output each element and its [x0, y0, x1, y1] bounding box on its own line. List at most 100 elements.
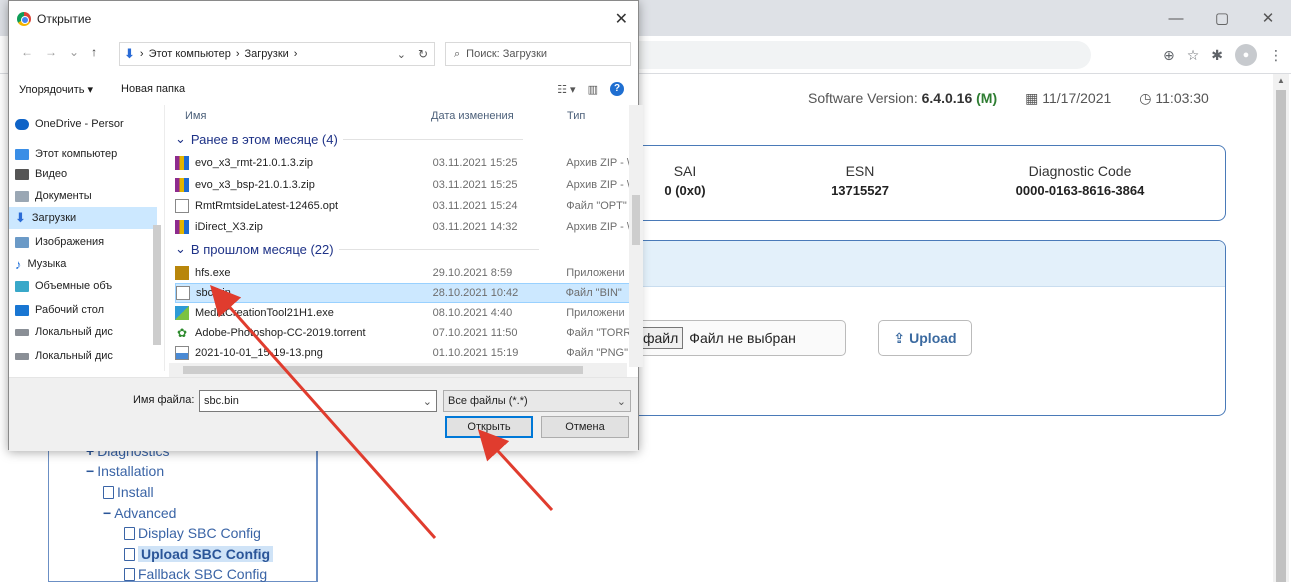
esn-field: ESN 13715527 — [831, 163, 889, 198]
file-row[interactable]: RmtRmtsideLatest-12465.opt 03.11.2021 15… — [175, 196, 635, 216]
back-icon[interactable]: ← — [21, 45, 33, 59]
video-icon — [15, 168, 29, 180]
page-scroll-thumb[interactable] — [1276, 90, 1286, 582]
file-row[interactable]: MediaCreationTool21H1.exe 08.10.2021 4:4… — [175, 303, 635, 323]
chevron-down-icon: ⌄ — [175, 241, 186, 256]
dialog-close-icon[interactable]: ✕ — [615, 9, 628, 29]
group-header-this-month[interactable]: ⌄ Ранее в этом месяце (4) — [175, 131, 523, 147]
dialog-search-input[interactable]: ⌕ Поиск: Загрузки — [445, 42, 631, 66]
address-bar[interactable] — [600, 41, 1091, 69]
date-display: ▦ 11/17/2021 — [1025, 90, 1112, 106]
window-controls: — ▢ ✕ — [1153, 0, 1291, 36]
software-status: (M) — [976, 90, 998, 106]
profile-avatar[interactable]: ● — [1235, 44, 1257, 66]
view-options-icon[interactable]: ☷ ▾ — [557, 83, 575, 96]
tree-install[interactable]: Install — [103, 484, 154, 500]
choose-file-button[interactable]: файл — [638, 327, 684, 349]
refresh-icon[interactable]: ↻ — [418, 47, 428, 61]
file-row-selected[interactable]: sbc.bin 28.10.2021 10:42 Файл "BIN" — [175, 283, 635, 303]
group-header-last-month[interactable]: ⌄ В прошлом месяце (22) — [175, 241, 539, 257]
nav-item-this-pc[interactable]: Этот компьютер — [15, 143, 161, 165]
image-icon — [175, 346, 189, 360]
dialog-nav-pane: OneDrive - Persor Этот компьютер Видео Д… — [9, 105, 165, 371]
file-row[interactable]: evo_x3_rmt-21.0.1.3.zip 03.11.2021 15:25… — [175, 153, 635, 173]
column-date[interactable]: Дата изменения — [431, 105, 514, 127]
file-chooser[interactable]: файл Файл не выбран — [636, 320, 846, 356]
pictures-icon — [15, 236, 29, 248]
breadcrumb-downloads[interactable]: Загрузки — [245, 48, 289, 60]
file-row[interactable]: 2021-10-01_15-19-13.png 01.10.2021 15:19… — [175, 343, 635, 363]
maximize-icon[interactable]: ▢ — [1199, 9, 1245, 27]
tree-fallback-sbc-config[interactable]: Fallback SBC Config — [124, 566, 267, 582]
path-breadcrumb[interactable]: ⬇ › Этот компьютер › Загрузки › ⌄ ↻ — [119, 42, 435, 66]
page-scrollbar[interactable]: ▲ — [1273, 74, 1289, 582]
file-list-hscrollbar[interactable] — [169, 363, 627, 377]
file-list-vscroll-thumb[interactable] — [632, 195, 640, 245]
open-file-dialog: Открытие ✕ ← → ⌄ ↑ ⬇ › Этот компьютер › … — [8, 0, 643, 451]
nav-item-video[interactable]: Видео — [15, 163, 161, 185]
collapse-icon: − — [86, 463, 95, 479]
nav-item-desktop[interactable]: Рабочий стол — [15, 299, 161, 321]
file-list-hscroll-thumb[interactable] — [183, 366, 583, 374]
nav-item-music[interactable]: ♪ Музыка — [15, 253, 161, 275]
menu-icon[interactable]: ⋮ — [1269, 47, 1283, 64]
file-row[interactable]: hfs.exe 29.10.2021 8:59 Приложени — [175, 263, 635, 283]
column-type[interactable]: Тип — [567, 105, 585, 127]
chevron-down-icon[interactable]: ⌄ — [423, 395, 432, 408]
file-list-vscrollbar[interactable] — [629, 105, 643, 367]
tree-installation[interactable]: − Installation — [86, 463, 164, 479]
nav-item-local-disk-2[interactable]: Локальный дис — [15, 345, 161, 367]
tree-upload-sbc-config[interactable]: Upload SBC Config — [124, 546, 274, 562]
nav-item-downloads[interactable]: ⬇ Загрузки — [9, 207, 157, 229]
star-icon[interactable]: ☆ — [1187, 47, 1200, 64]
up-folder-icon[interactable]: ↑ — [91, 45, 97, 59]
dialog-title: Открытие — [37, 12, 92, 26]
file-icon — [175, 199, 189, 213]
dialog-navbar: ← → ⌄ ↑ ⬇ › Этот компьютер › Загрузки › … — [9, 37, 638, 71]
tree-display-sbc-config[interactable]: Display SBC Config — [124, 525, 261, 541]
recent-dropdown-icon[interactable]: ⌄ — [69, 45, 79, 59]
organize-button[interactable]: Упорядочить ▾ — [19, 83, 93, 96]
tree-advanced[interactable]: − Advanced — [103, 505, 176, 521]
path-dropdown-icon[interactable]: ⌄ — [397, 48, 406, 61]
cloud-icon — [15, 118, 29, 130]
drive-icon — [15, 328, 29, 336]
minimize-icon[interactable]: — — [1153, 10, 1199, 27]
no-file-label: Файл не выбран — [689, 330, 796, 346]
filename-input[interactable]: sbc.bin ⌄ — [199, 390, 437, 412]
scroll-up-icon[interactable]: ▲ — [1273, 74, 1289, 88]
dialog-toolbar: Упорядочить ▾ Новая папка ☷ ▾ ▥ ? — [9, 77, 638, 101]
nav-item-local-disk-1[interactable]: Локальный дис — [15, 321, 161, 343]
nav-scroll-thumb[interactable] — [153, 225, 161, 345]
nav-item-pictures[interactable]: Изображения — [15, 231, 161, 253]
nav-item-documents[interactable]: Документы — [15, 185, 161, 207]
close-icon[interactable]: ✕ — [1245, 9, 1291, 27]
open-button[interactable]: Открыть — [445, 416, 533, 438]
sai-field: SAI 0 (0x0) — [664, 163, 706, 198]
chevron-down-icon[interactable]: ⌄ — [617, 395, 626, 408]
file-row[interactable]: ✿ Adobe-Photoshop-CC-2019.torrent 07.10.… — [175, 323, 635, 343]
column-name[interactable]: Имя — [185, 105, 206, 127]
nav-item-onedrive[interactable]: OneDrive - Persor — [15, 113, 161, 135]
forward-icon[interactable]: → — [45, 45, 57, 59]
clock-icon: ◷ — [1139, 90, 1152, 106]
dialog-titlebar[interactable]: Открытие ✕ — [9, 1, 638, 37]
nav-item-3d-objects[interactable]: Объемные объ — [15, 275, 161, 297]
extensions-icon[interactable]: ✱ — [1211, 47, 1223, 64]
preview-pane-icon[interactable]: ▥ — [588, 83, 598, 96]
file-type-select[interactable]: Все файлы (*.*) ⌄ — [443, 390, 631, 412]
new-folder-button[interactable]: Новая папка — [121, 83, 185, 95]
breadcrumb-computer[interactable]: Этот компьютер — [149, 48, 231, 60]
file-row[interactable]: iDirect_X3.zip 03.11.2021 14:32 Архив ZI… — [175, 217, 635, 237]
nav-pane-scrollbar[interactable] — [151, 105, 163, 367]
cancel-button[interactable]: Отмена — [541, 416, 629, 438]
zip-icon — [175, 178, 189, 192]
zoom-icon[interactable]: ⊕ — [1163, 47, 1175, 64]
page-icon — [124, 547, 135, 561]
torrent-icon: ✿ — [176, 326, 188, 340]
upload-button[interactable]: ⇪ Upload — [878, 320, 972, 356]
downloads-folder-icon: ⬇ — [124, 46, 135, 61]
file-row[interactable]: evo_x3_bsp-21.0.1.3.zip 03.11.2021 15:25… — [175, 175, 635, 195]
status-header: Software Version: 6.4.0.16 (M) ▦ 11/17/2… — [808, 90, 1209, 107]
help-icon[interactable]: ? — [610, 82, 624, 96]
